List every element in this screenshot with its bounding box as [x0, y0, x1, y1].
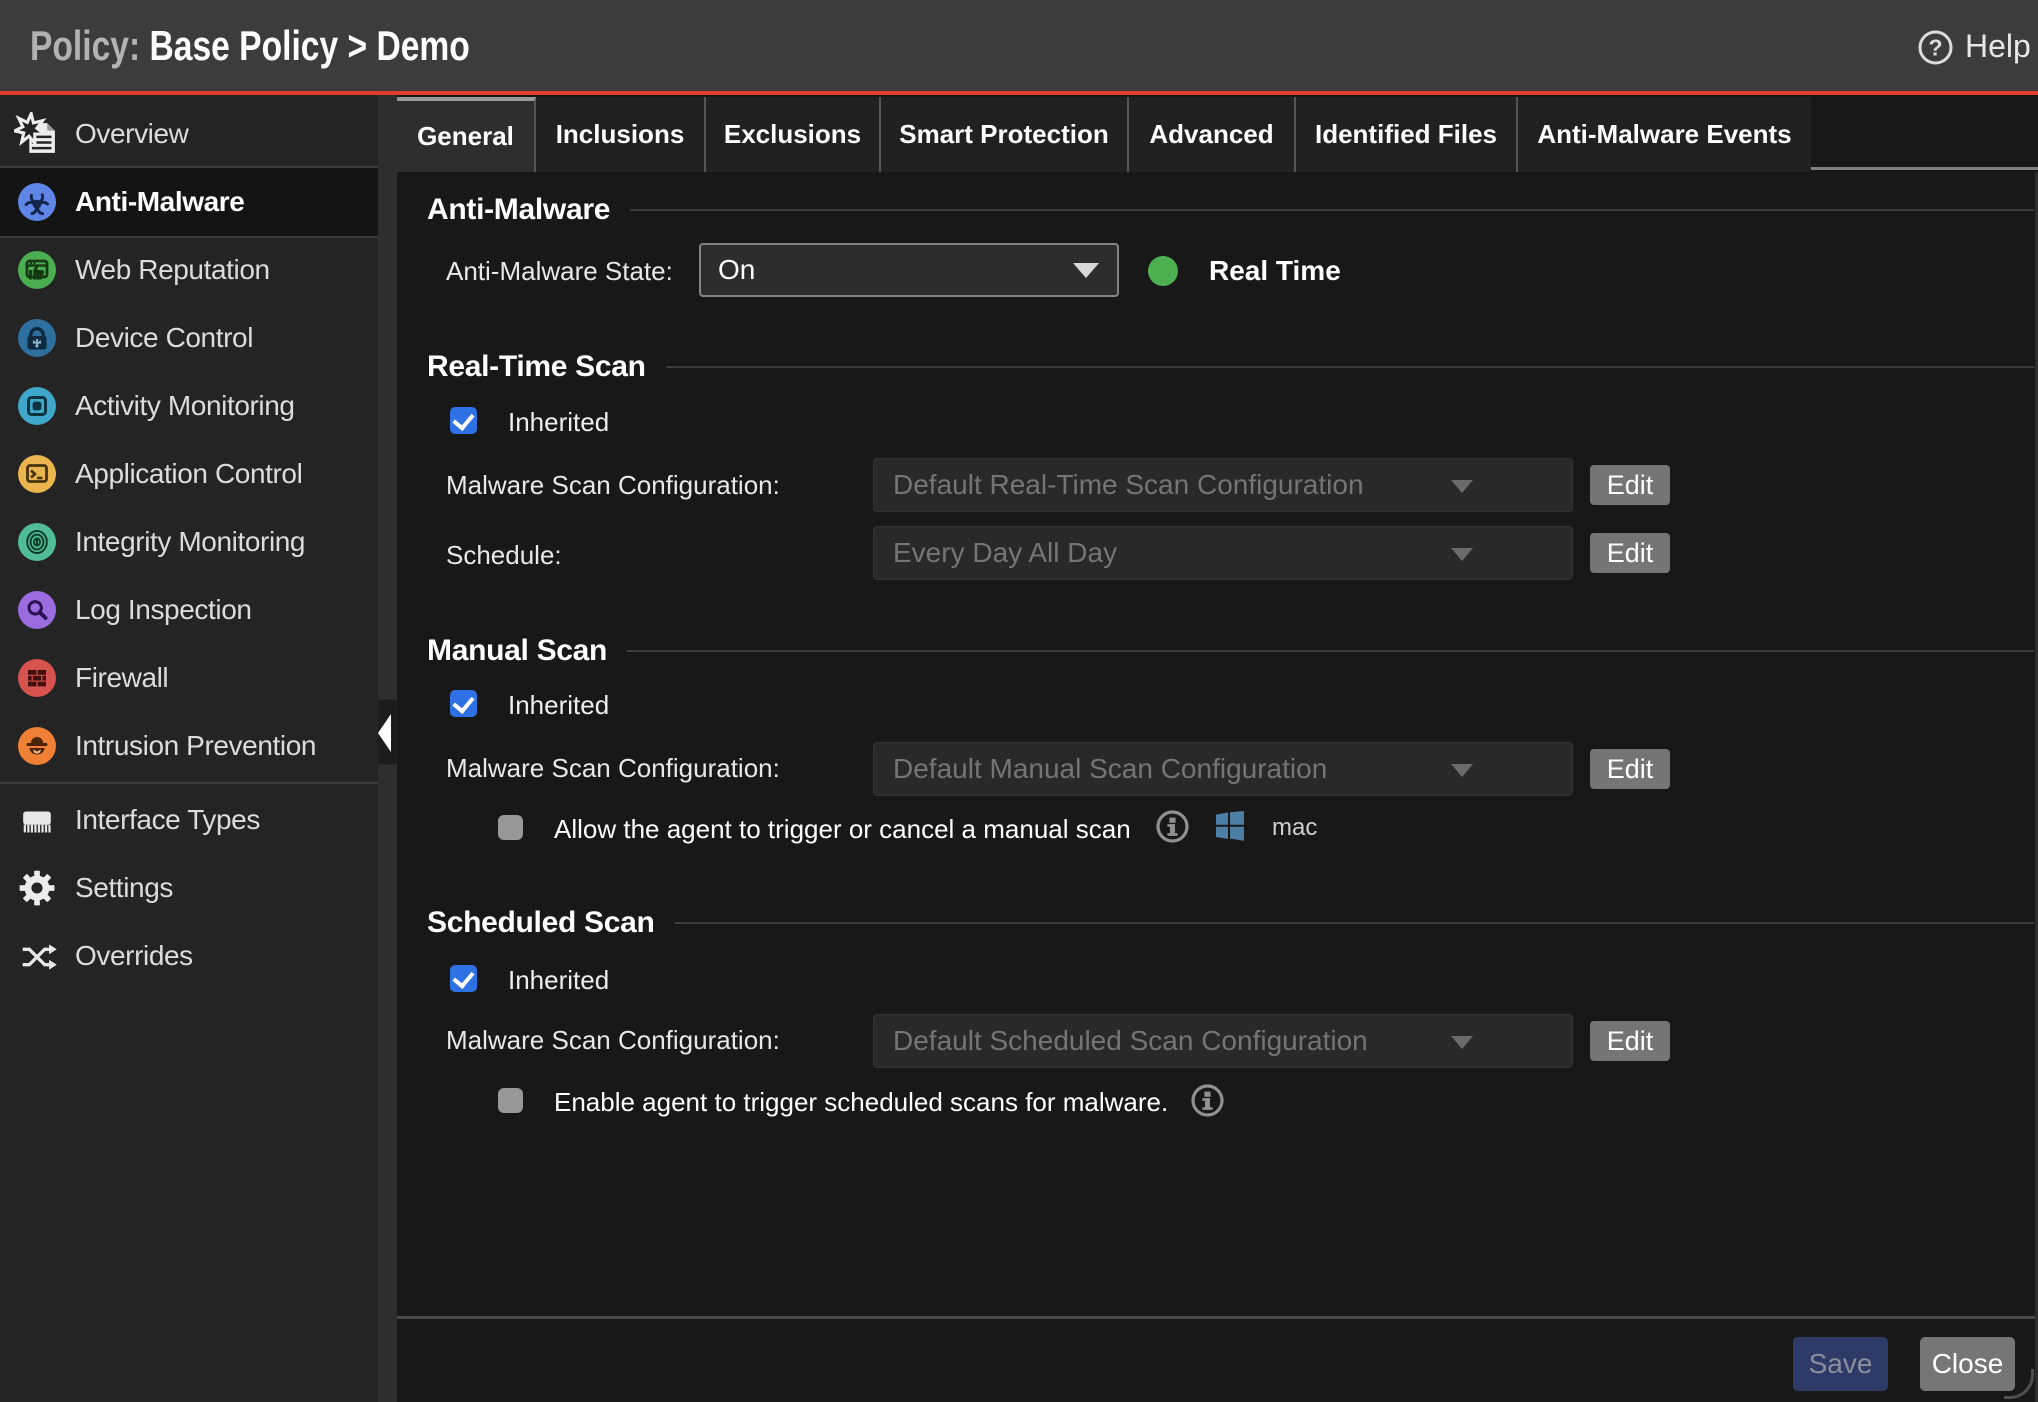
svg-text:?: ?	[1928, 35, 1942, 61]
